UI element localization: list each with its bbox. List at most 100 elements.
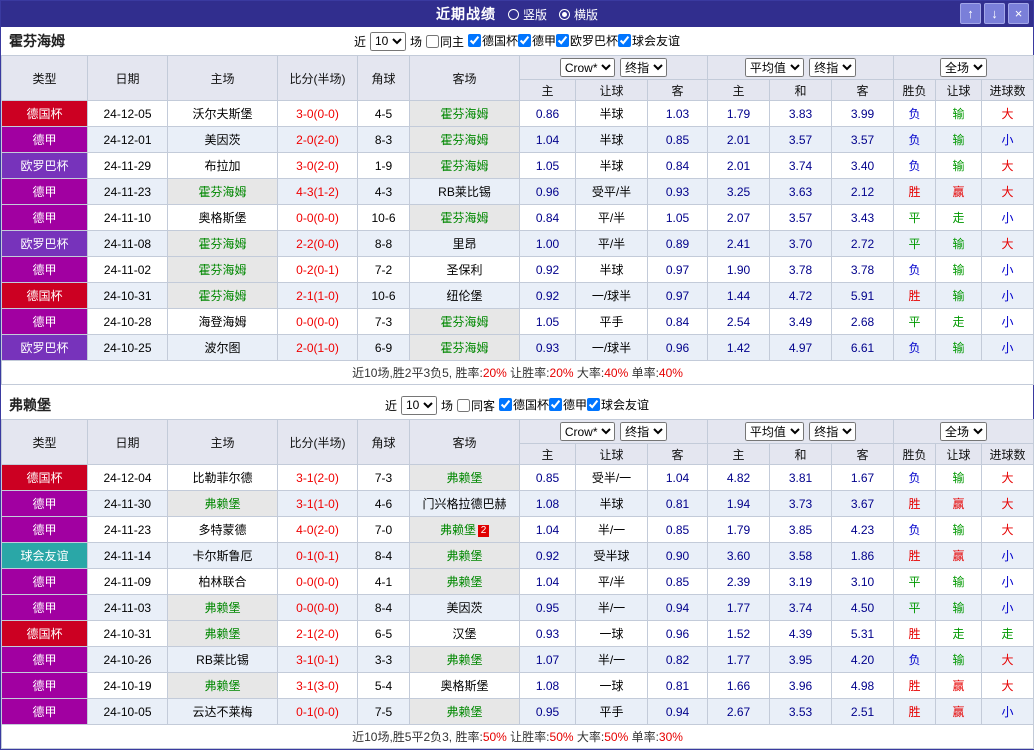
avg-home-odds: 2.39: [707, 568, 771, 595]
average-select[interactable]: 平均值: [744, 422, 804, 441]
away-team: 霍芬海姆: [409, 204, 520, 231]
home-team: 弗赖堡: [167, 672, 278, 699]
league-filter-group: 德国杯 德甲 欧罗巴杯 球会友谊: [467, 32, 680, 50]
match-row: 欧罗巴杯 24-10-25 波尔图 2-0(1-0) 6-9 霍芬海姆 0.93 一/球半 0.…: [1, 334, 1034, 361]
league-filter[interactable]: 球会友谊: [587, 396, 649, 413]
result-goals: 小: [981, 334, 1034, 361]
match-score: 2-0(2-0): [277, 126, 358, 153]
league-checkbox[interactable]: [587, 398, 601, 411]
summary-segment: 让胜率:: [506, 730, 550, 744]
odds-stage-select[interactable]: 终指: [620, 58, 668, 77]
col-handicap-away: 客: [646, 79, 709, 101]
avg-draw-odds: 3.53: [769, 698, 833, 725]
summary-segment: 单率:: [628, 730, 659, 744]
handicap-home-odds: 0.93: [519, 620, 576, 647]
league-checkbox[interactable]: [549, 398, 563, 411]
close-button[interactable]: ×: [1008, 3, 1029, 24]
same-venue-filter[interactable]: 同客: [456, 397, 495, 414]
result-winlose: 负: [893, 100, 937, 127]
home-team: 云达不莱梅: [167, 698, 278, 725]
recent-label: 近: [384, 398, 397, 413]
league-checkbox[interactable]: [467, 34, 481, 47]
bookmaker-select[interactable]: Crow*: [559, 58, 615, 77]
away-team: 霍芬海姆: [409, 334, 520, 361]
league-checkbox[interactable]: [556, 34, 570, 47]
match-type-badge: 德甲: [1, 178, 88, 205]
league-checkbox[interactable]: [618, 34, 632, 47]
result-handicap: 走: [935, 204, 983, 231]
match-row: 德国杯 24-12-05 沃尔夫斯堡 3-0(0-0) 4-5 霍芬海姆 0.86 半球 1.0…: [1, 100, 1034, 127]
match-type-badge: 球会友谊: [1, 542, 88, 569]
scope-select[interactable]: 全场: [940, 422, 988, 441]
handicap-home-odds: 0.96: [519, 178, 576, 205]
result-goals: 大: [981, 152, 1034, 179]
league-filter[interactable]: 德国杯: [467, 32, 518, 49]
col-home: 主场: [167, 419, 278, 465]
match-score: 2-1(2-0): [277, 620, 358, 647]
col-handicap-home: 主: [519, 79, 576, 101]
league-filter[interactable]: 德甲: [549, 396, 587, 413]
home-team: 海登海姆: [167, 308, 278, 335]
away-team: 霍芬海姆: [409, 126, 520, 153]
result-winlose: 胜: [893, 178, 937, 205]
avg-away-odds: 1.67: [831, 464, 895, 491]
league-filter[interactable]: 球会友谊: [618, 32, 680, 49]
avg-away-odds: 3.40: [831, 152, 895, 179]
avg-draw-odds: 3.96: [769, 672, 833, 699]
recent-count-select[interactable]: 10: [369, 31, 406, 51]
result-handicap: 走: [935, 620, 983, 647]
same-venue-filter[interactable]: 同主: [425, 33, 464, 50]
home-team: 布拉加: [167, 152, 278, 179]
handicap-home-odds: 1.07: [519, 646, 576, 673]
away-team: 圣保利: [409, 256, 520, 283]
match-date: 24-12-05: [87, 100, 168, 127]
handicap-home-odds: 0.85: [519, 464, 576, 491]
recent-count-select[interactable]: 10: [400, 395, 437, 415]
avg-stage-select[interactable]: 终指: [809, 58, 857, 77]
avg-home-odds: 1.79: [707, 100, 771, 127]
handicap-away-odds: 0.96: [646, 334, 709, 361]
move-down-button[interactable]: ↓: [984, 3, 1005, 24]
result-winlose: 胜: [893, 542, 937, 569]
result-goals: 小: [981, 542, 1034, 569]
result-handicap: 输: [935, 568, 983, 595]
match-type-badge: 德甲: [1, 256, 88, 283]
result-winlose: 胜: [893, 620, 937, 647]
avg-stage-select[interactable]: 终指: [809, 422, 857, 441]
col-avg-draw: 和: [769, 79, 833, 101]
avg-draw-odds: 3.49: [769, 308, 833, 335]
match-row: 德甲 24-10-19 弗赖堡 3-1(3-0) 5-4 奥格斯堡 1.08 一球 0.81 1.…: [1, 672, 1034, 699]
league-filter[interactable]: 德甲: [518, 32, 556, 49]
layout-option-horizontal[interactable]: 横版: [559, 6, 598, 23]
layout-option-vertical[interactable]: 竖版: [507, 6, 547, 23]
summary-segment: 40%: [658, 366, 683, 380]
home-team: 沃尔夫斯堡: [167, 100, 278, 127]
league-checkbox[interactable]: [499, 398, 512, 411]
average-select[interactable]: 平均值: [744, 58, 804, 77]
corner-count: 7-0: [357, 516, 410, 543]
handicap-line: 平手: [575, 308, 648, 335]
bookmaker-select[interactable]: Crow*: [559, 422, 615, 441]
result-winlose: 平: [893, 568, 937, 595]
avg-away-odds: 2.51: [831, 698, 895, 725]
result-winlose: 平: [893, 308, 937, 335]
avg-home-odds: 1.79: [707, 516, 771, 543]
match-score: 0-1(0-0): [277, 698, 358, 725]
result-goals: 走: [981, 620, 1034, 647]
same-venue-label: 同主: [439, 34, 464, 49]
avg-away-odds: 2.72: [831, 230, 895, 257]
league-filter[interactable]: 欧罗巴杯: [556, 32, 618, 49]
league-filter[interactable]: 德国杯: [499, 396, 549, 413]
result-goals: 小: [981, 282, 1034, 309]
move-up-button[interactable]: ↑: [960, 3, 981, 24]
scope-select[interactable]: 全场: [940, 58, 988, 77]
same-venue-checkbox[interactable]: [456, 398, 470, 412]
away-team: 汉堡: [409, 620, 520, 647]
same-venue-checkbox[interactable]: [425, 34, 439, 48]
summary-segment: 50%: [549, 730, 574, 744]
handicap-line: 一/球半: [575, 282, 648, 309]
summary-segment: 近10场,胜2平3负5, 胜率:: [352, 366, 483, 380]
league-checkbox[interactable]: [518, 34, 531, 47]
odds-stage-select[interactable]: 终指: [620, 422, 668, 441]
match-score: 2-1(1-0): [277, 282, 358, 309]
